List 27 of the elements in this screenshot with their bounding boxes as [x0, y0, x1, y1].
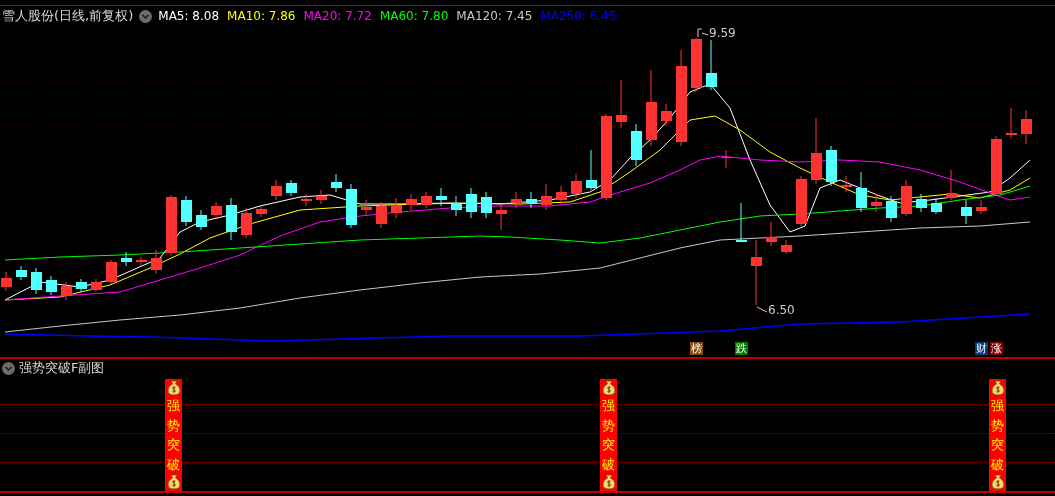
- dropdown-chevron-icon[interactable]: [139, 9, 153, 23]
- event-marker[interactable]: 财: [975, 342, 988, 355]
- money-bag-icon: [990, 380, 1005, 396]
- dropdown-chevron-icon[interactable]: [2, 361, 15, 375]
- price-label: 6.50: [768, 304, 795, 316]
- event-marker[interactable]: 榜: [690, 342, 703, 355]
- panel-title: 强势突破F副图: [19, 359, 105, 378]
- money-bag-icon: [990, 474, 1005, 490]
- ma-legend-label: MA60: 7.80: [379, 8, 449, 25]
- signal-text: 强势突破: [167, 397, 180, 474]
- price-label: 9.59: [709, 27, 736, 39]
- event-marker[interactable]: 跌: [735, 342, 748, 355]
- chart-title: 雪人股份(日线,前复权): [2, 7, 134, 26]
- ma-legend-label: MA10: 7.86: [227, 8, 296, 25]
- money-bag-icon: [601, 380, 616, 396]
- leader-line: [756, 306, 768, 314]
- money-bag-icon: [166, 474, 181, 490]
- signal-text: 强势突破: [602, 397, 615, 474]
- money-bag-icon: [166, 380, 181, 396]
- ma-legend-label: MA20: 7.72: [303, 8, 372, 25]
- event-marker[interactable]: 涨: [990, 342, 1003, 355]
- signal-text: 强势突破: [991, 397, 1004, 474]
- money-bag-icon: [601, 474, 616, 490]
- ma-legend-label: MA5: 8.08: [158, 8, 220, 25]
- leader-line: [697, 28, 709, 38]
- ma-legend-label: MA250: 6.45: [540, 8, 617, 25]
- ma-legend-label: MA120: 7.45: [456, 8, 533, 25]
